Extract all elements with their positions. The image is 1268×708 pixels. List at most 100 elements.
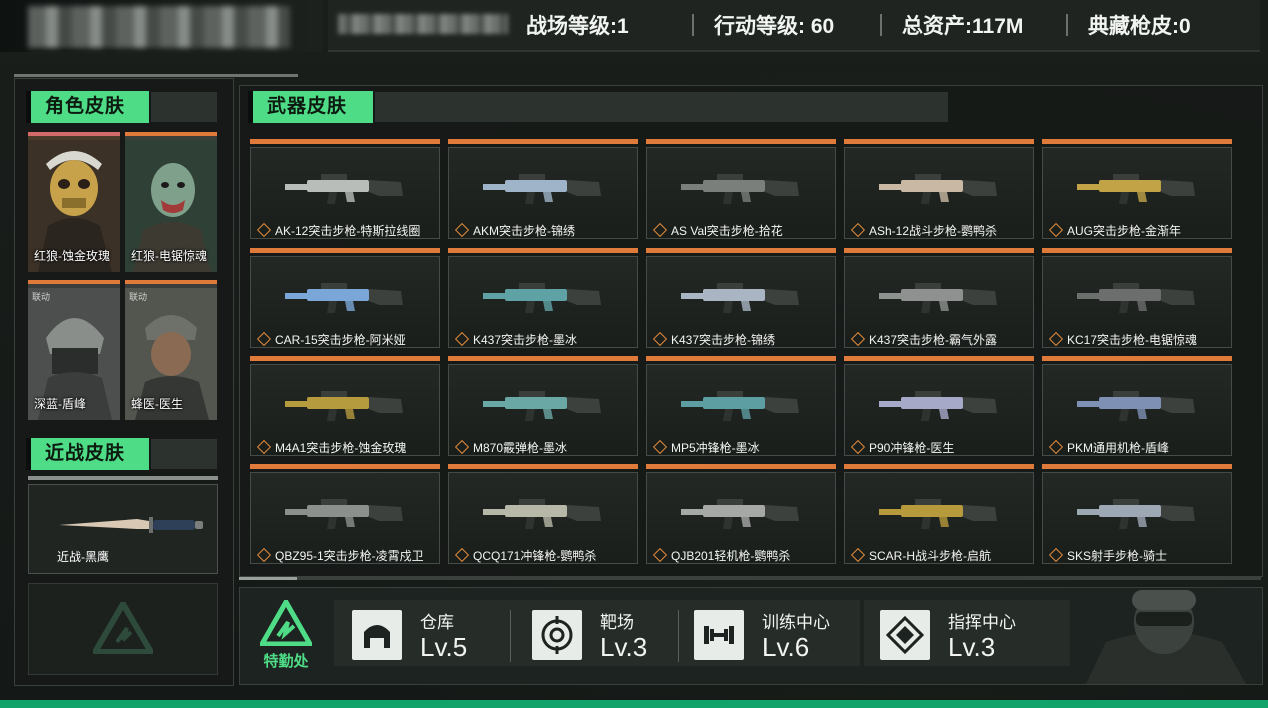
weapon-icon — [879, 174, 997, 204]
weapon-card[interactable]: PKM通用机枪-盾峰 — [1042, 356, 1232, 456]
warehouse-icon — [352, 610, 402, 660]
weapon-label: PKM通用机枪-盾峰 — [1067, 441, 1170, 455]
weapon-label: SCAR-H战斗步枪-启航 — [869, 549, 991, 563]
weapon-icon — [1077, 174, 1195, 204]
weapon-scrollbar[interactable] — [239, 577, 1261, 580]
rarity-line — [250, 356, 440, 361]
special-ops-logo[interactable]: 特勤处 — [254, 598, 318, 674]
rarity-line — [250, 139, 440, 144]
weapon-card[interactable]: ASh-12战斗步枪-鹦鸭杀 — [844, 139, 1034, 239]
operator-portrait — [1086, 590, 1246, 684]
collab-badge: 联动 — [32, 292, 51, 302]
facility-level: Lv.3 — [600, 632, 648, 662]
weapon-skins-title: 武器皮肤 — [253, 91, 373, 123]
weapon-card[interactable]: K437突击步枪-霸气外露 — [844, 248, 1034, 348]
weapon-label: QBZ95-1突击步枪-凌霄戍卫 — [275, 549, 424, 563]
weapon-card[interactable]: AUG突击步枪-金渐年 — [1042, 139, 1232, 239]
rarity-diamond-icon — [652, 222, 668, 238]
weapon-card-body: KC17突击步枪-电锯惊魂 — [1042, 256, 1232, 348]
weapon-icon — [483, 391, 601, 421]
weapon-icon — [681, 283, 799, 313]
rarity-line — [448, 248, 638, 253]
command-emblem-icon — [880, 610, 930, 660]
weapon-label: M870霰弹枪-墨冰 — [473, 441, 568, 455]
weapon-icon — [879, 283, 997, 313]
weapon-card-body: QJB201轻机枪-鹦鸭杀 — [646, 472, 836, 564]
divider — [678, 610, 679, 662]
target-icon — [532, 610, 582, 660]
weapon-card[interactable]: CAR-15突击步枪-阿米娅 — [250, 248, 440, 348]
rarity-diamond-icon — [256, 222, 272, 238]
knife-icon — [59, 517, 203, 533]
rarity-line — [1042, 139, 1232, 144]
weapon-card-body: QCQ171冲锋枪-鹦鸭杀 — [448, 472, 638, 564]
weapon-card[interactable]: P90冲锋枪-医生 — [844, 356, 1034, 456]
weapon-label: AKM突击步枪-锦绣 — [473, 224, 576, 238]
character-card[interactable]: 联动 蜂医-医生 — [125, 280, 217, 420]
weapon-icon — [285, 174, 403, 204]
facility-name: 靶场 — [600, 613, 634, 632]
rarity-diamond-icon — [256, 439, 272, 455]
title-trail — [151, 92, 217, 122]
weapon-card[interactable]: QJB201轻机枪-鹦鸭杀 — [646, 464, 836, 564]
weapon-card[interactable]: QCQ171冲锋枪-鹦鸭杀 — [448, 464, 638, 564]
weapon-card[interactable]: KC17突击步枪-电锯惊魂 — [1042, 248, 1232, 348]
weapon-card-body: SKS射手步枪-骑士 — [1042, 472, 1232, 564]
weapon-card[interactable]: AK-12突击步枪-特斯拉线圈 — [250, 139, 440, 239]
player-info[interactable] — [0, 0, 322, 52]
weapon-label: QCQ171冲锋枪-鹦鸭杀 — [473, 549, 597, 563]
scrollbar-thumb[interactable] — [239, 577, 297, 580]
weapon-card[interactable]: K437突击步枪-墨冰 — [448, 248, 638, 348]
weapon-icon — [1077, 391, 1195, 421]
rarity-diamond-icon — [850, 331, 866, 347]
character-label: 蜂医-医生 — [131, 397, 183, 411]
empty-slot — [28, 583, 218, 675]
facility-name: 仓库 — [420, 613, 454, 632]
rarity-diamond-icon — [1048, 439, 1064, 455]
rarity-line — [250, 464, 440, 469]
melee-label: 近战-黑鹰 — [57, 550, 109, 564]
rarity-diamond-icon — [1048, 547, 1064, 563]
weapon-icon — [1077, 283, 1195, 313]
weapon-label: K437突击步枪-霸气外露 — [869, 333, 998, 347]
rarity-diamond-icon — [256, 331, 272, 347]
weapon-icon — [483, 174, 601, 204]
rarity-line — [844, 356, 1034, 361]
rarity-diamond-icon — [850, 439, 866, 455]
rarity-diamond-icon — [652, 439, 668, 455]
weapon-card[interactable]: QBZ95-1突击步枪-凌霄戍卫 — [250, 464, 440, 564]
collab-badge: 联动 — [129, 292, 148, 302]
melee-card[interactable]: 近战-黑鹰 — [28, 484, 218, 574]
weapon-card[interactable]: SCAR-H战斗步枪-启航 — [844, 464, 1034, 564]
weapon-icon — [681, 499, 799, 529]
weapon-card[interactable]: K437突击步枪-锦绣 — [646, 248, 836, 348]
rarity-diamond-icon — [1048, 222, 1064, 238]
rarity-line — [646, 356, 836, 361]
weapon-card-body: K437突击步枪-锦绣 — [646, 256, 836, 348]
weapon-label: K437突击步枪-锦绣 — [671, 333, 776, 347]
character-card[interactable]: 红狼-蚀金玫瑰 — [28, 132, 120, 272]
weapon-card[interactable]: SKS射手步枪-骑士 — [1042, 464, 1232, 564]
weapon-label: P90冲锋枪-医生 — [869, 441, 955, 455]
rarity-line — [646, 464, 836, 469]
battlefield-level: 战场等级:1 — [526, 15, 629, 38]
rarity-diamond-icon — [850, 222, 866, 238]
weapon-card-body: K437突击步枪-霸气外露 — [844, 256, 1034, 348]
weapon-card-body: AKM突击步枪-锦绣 — [448, 147, 638, 239]
collection-skins: 典藏枪皮:0 — [1088, 15, 1191, 38]
weapon-card-body: K437突击步枪-墨冰 — [448, 256, 638, 348]
character-card[interactable]: 红狼-电锯惊魂 — [125, 132, 217, 272]
weapon-card[interactable]: AS Val突击步枪-拾花 — [646, 139, 836, 239]
character-label: 红狼-电锯惊魂 — [131, 249, 207, 263]
bottom-bar: 特勤处 仓库 Lv.5 靶场 Lv.3 训练中心 Lv.6 指挥中心 Lv.3 — [239, 587, 1263, 685]
rarity-diamond-icon — [454, 439, 470, 455]
rarity-line — [1042, 248, 1232, 253]
rarity-diamond-icon — [454, 547, 470, 563]
character-card[interactable]: 联动 深蓝-盾峰 — [28, 280, 120, 420]
weapon-card[interactable]: M4A1突击步枪-蚀金玫瑰 — [250, 356, 440, 456]
weapon-icon — [483, 499, 601, 529]
weapon-card[interactable]: M870霰弹枪-墨冰 — [448, 356, 638, 456]
weapon-card[interactable]: AKM突击步枪-锦绣 — [448, 139, 638, 239]
rarity-diamond-icon — [652, 547, 668, 563]
weapon-card[interactable]: MP5冲锋枪-墨冰 — [646, 356, 836, 456]
